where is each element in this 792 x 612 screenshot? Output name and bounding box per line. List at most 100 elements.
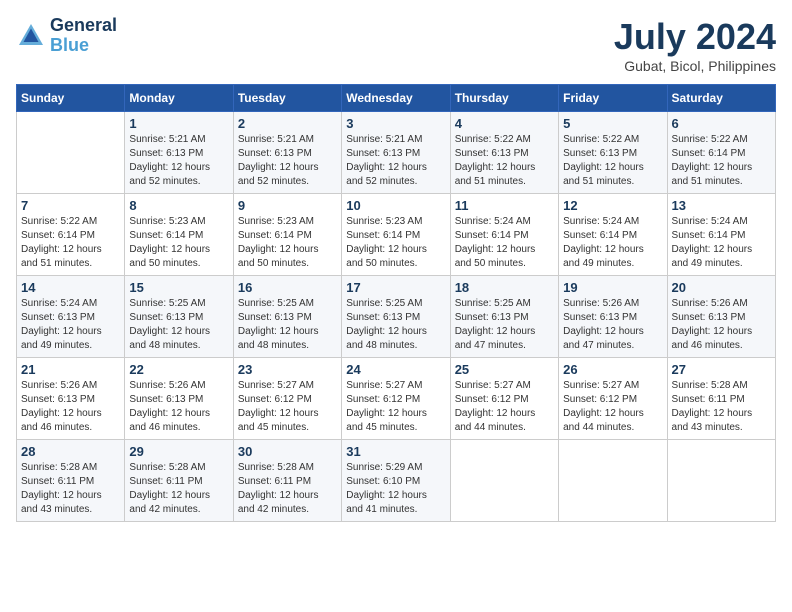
calendar-cell: 8 Sunrise: 5:23 AM Sunset: 6:14 PM Daylig… [125,194,233,276]
day-number: 30 [238,444,337,459]
day-number: 24 [346,362,445,377]
calendar-cell: 19 Sunrise: 5:26 AM Sunset: 6:13 PM Dayli… [559,276,667,358]
week-row-3: 14Sunrise: 5:24 AM Sunset: 6:13 PM Dayli… [17,276,776,358]
week-row-4: 21 Sunrise: 5:26 AM Sunset: 6:13 PM Dayli… [17,358,776,440]
calendar-cell: 4 Sunrise: 5:22 AM Sunset: 6:13 PM Daylig… [450,112,558,194]
calendar-cell: 31 Sunrise: 5:29 AM Sunset: 6:10 PM Dayli… [342,440,450,522]
day-info: Sunrise: 5:27 AM Sunset: 6:12 PM Dayligh… [238,379,337,435]
day-info: Sunrise: 5:27 AM Sunset: 6:12 PM Dayligh… [455,379,554,435]
day-info: Sunrise: 5:22 AM Sunset: 6:14 PM Dayligh… [21,215,120,271]
header-cell-saturday: Saturday [667,85,775,112]
day-number: 11 [455,198,554,213]
calendar-cell: 7 Sunrise: 5:22 AM Sunset: 6:14 PM Daylig… [17,194,125,276]
logo: General Blue [16,16,117,56]
logo-icon [16,21,46,51]
day-info: Sunrise: 5:22 AM Sunset: 6:14 PM Dayligh… [672,133,771,189]
day-number: 25 [455,362,554,377]
day-info: Sunrise: 5:21 AM Sunset: 6:13 PM Dayligh… [129,133,228,189]
day-number: 13 [672,198,771,213]
day-info: Sunrise: 5:28 AM Sunset: 6:11 PM Dayligh… [129,461,228,517]
calendar-cell: 29 Sunrise: 5:28 AM Sunset: 6:11 PM Dayli… [125,440,233,522]
day-number: 17 [346,280,445,295]
day-info: Sunrise: 5:24 AM Sunset: 6:14 PM Dayligh… [563,215,662,271]
header-cell-thursday: Thursday [450,85,558,112]
calendar-cell [667,440,775,522]
day-number: 27 [672,362,771,377]
calendar-cell: 2 Sunrise: 5:21 AM Sunset: 6:13 PM Daylig… [233,112,341,194]
day-number: 5 [563,116,662,131]
calendar-cell [559,440,667,522]
header-cell-friday: Friday [559,85,667,112]
calendar-cell: 21 Sunrise: 5:26 AM Sunset: 6:13 PM Dayli… [17,358,125,440]
day-info: Sunrise: 5:21 AM Sunset: 6:13 PM Dayligh… [346,133,445,189]
header-cell-monday: Monday [125,85,233,112]
day-info: Sunrise: 5:23 AM Sunset: 6:14 PM Dayligh… [346,215,445,271]
calendar-cell: 28 Sunrise: 5:28 AM Sunset: 6:11 PM Dayli… [17,440,125,522]
day-number: 21 [21,362,120,377]
day-info: Sunrise: 5:28 AM Sunset: 6:11 PM Dayligh… [21,461,120,517]
week-row-2: 7 Sunrise: 5:22 AM Sunset: 6:14 PM Daylig… [17,194,776,276]
day-number: 7 [21,198,120,213]
day-number: 12 [563,198,662,213]
header-cell-wednesday: Wednesday [342,85,450,112]
header-cell-tuesday: Tuesday [233,85,341,112]
calendar-cell: 18Sunrise: 5:25 AM Sunset: 6:13 PM Dayli… [450,276,558,358]
day-number: 8 [129,198,228,213]
day-number: 6 [672,116,771,131]
calendar-cell: 25 Sunrise: 5:27 AM Sunset: 6:12 PM Dayli… [450,358,558,440]
calendar-cell: 1 Sunrise: 5:21 AM Sunset: 6:13 PM Daylig… [125,112,233,194]
calendar-table: SundayMondayTuesdayWednesdayThursdayFrid… [16,84,776,522]
page-header: General Blue July 2024 Gubat, Bicol, Phi… [16,16,776,74]
location: Gubat, Bicol, Philippines [614,58,776,74]
day-number: 15 [129,280,228,295]
day-number: 20 [672,280,771,295]
day-number: 10 [346,198,445,213]
day-number: 31 [346,444,445,459]
day-info: Sunrise: 5:27 AM Sunset: 6:12 PM Dayligh… [563,379,662,435]
day-number: 1 [129,116,228,131]
calendar-cell: 30Sunrise: 5:28 AM Sunset: 6:11 PM Dayli… [233,440,341,522]
day-info: Sunrise: 5:24 AM Sunset: 6:14 PM Dayligh… [672,215,771,271]
calendar-cell [450,440,558,522]
calendar-cell: 20 Sunrise: 5:26 AM Sunset: 6:13 PM Dayli… [667,276,775,358]
week-row-5: 28 Sunrise: 5:28 AM Sunset: 6:11 PM Dayli… [17,440,776,522]
day-info: Sunrise: 5:26 AM Sunset: 6:13 PM Dayligh… [21,379,120,435]
day-number: 4 [455,116,554,131]
day-info: Sunrise: 5:25 AM Sunset: 6:13 PM Dayligh… [129,297,228,353]
day-info: Sunrise: 5:26 AM Sunset: 6:13 PM Dayligh… [563,297,662,353]
day-number: 3 [346,116,445,131]
day-info: Sunrise: 5:22 AM Sunset: 6:13 PM Dayligh… [563,133,662,189]
week-row-1: 1 Sunrise: 5:21 AM Sunset: 6:13 PM Daylig… [17,112,776,194]
calendar-cell: 16Sunrise: 5:25 AM Sunset: 6:13 PM Dayli… [233,276,341,358]
calendar-cell: 22Sunrise: 5:26 AM Sunset: 6:13 PM Dayli… [125,358,233,440]
day-info: Sunrise: 5:25 AM Sunset: 6:13 PM Dayligh… [455,297,554,353]
calendar-cell [17,112,125,194]
calendar-cell: 12 Sunrise: 5:24 AM Sunset: 6:14 PM Dayli… [559,194,667,276]
day-info: Sunrise: 5:22 AM Sunset: 6:13 PM Dayligh… [455,133,554,189]
day-info: Sunrise: 5:25 AM Sunset: 6:13 PM Dayligh… [238,297,337,353]
day-info: Sunrise: 5:29 AM Sunset: 6:10 PM Dayligh… [346,461,445,517]
calendar-cell: 3 Sunrise: 5:21 AM Sunset: 6:13 PM Daylig… [342,112,450,194]
day-number: 28 [21,444,120,459]
day-info: Sunrise: 5:27 AM Sunset: 6:12 PM Dayligh… [346,379,445,435]
title-block: July 2024 Gubat, Bicol, Philippines [614,16,776,74]
calendar-cell: 11 Sunrise: 5:24 AM Sunset: 6:14 PM Dayli… [450,194,558,276]
day-info: Sunrise: 5:21 AM Sunset: 6:13 PM Dayligh… [238,133,337,189]
day-info: Sunrise: 5:26 AM Sunset: 6:13 PM Dayligh… [672,297,771,353]
day-info: Sunrise: 5:24 AM Sunset: 6:14 PM Dayligh… [455,215,554,271]
day-info: Sunrise: 5:24 AM Sunset: 6:13 PM Dayligh… [21,297,120,353]
day-info: Sunrise: 5:25 AM Sunset: 6:13 PM Dayligh… [346,297,445,353]
calendar-cell: 27Sunrise: 5:28 AM Sunset: 6:11 PM Dayli… [667,358,775,440]
day-number: 19 [563,280,662,295]
header-cell-sunday: Sunday [17,85,125,112]
calendar-cell: 5 Sunrise: 5:22 AM Sunset: 6:13 PM Daylig… [559,112,667,194]
day-number: 2 [238,116,337,131]
day-number: 22 [129,362,228,377]
calendar-header: SundayMondayTuesdayWednesdayThursdayFrid… [17,85,776,112]
day-info: Sunrise: 5:23 AM Sunset: 6:14 PM Dayligh… [129,215,228,271]
calendar-cell: 14Sunrise: 5:24 AM Sunset: 6:13 PM Dayli… [17,276,125,358]
month-title: July 2024 [614,16,776,58]
day-number: 23 [238,362,337,377]
calendar-cell: 15 Sunrise: 5:25 AM Sunset: 6:13 PM Dayli… [125,276,233,358]
day-number: 29 [129,444,228,459]
